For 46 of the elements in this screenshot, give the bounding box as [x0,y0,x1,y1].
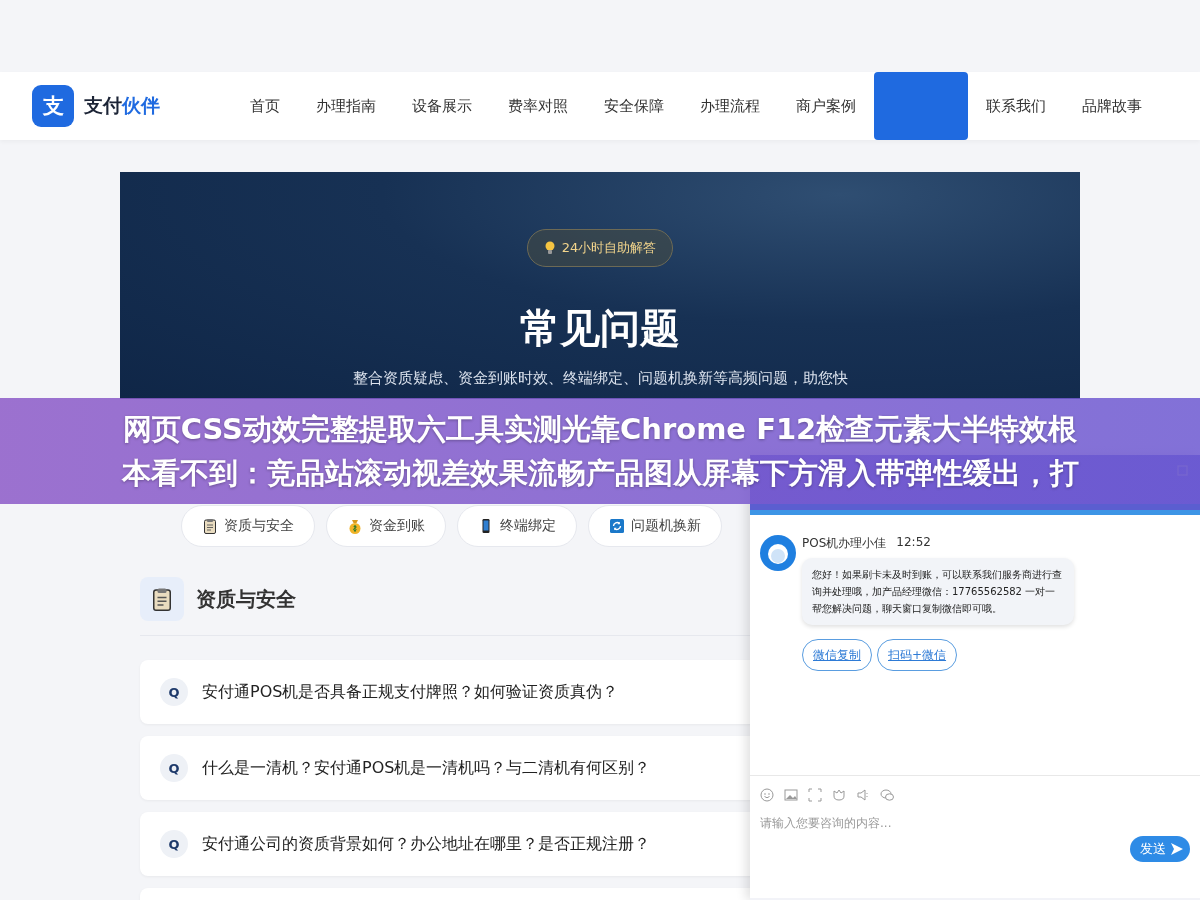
question-text: 什么是一清机？安付通POS机是一清机吗？与二清机有何区别？ [202,757,651,779]
hero-title: 常见问题 [520,304,680,353]
nav-item[interactable]: 品牌故事 [1064,72,1160,140]
send-arrow-icon [1170,842,1184,856]
brand-name[interactable]: 支付伙伴 [84,93,160,119]
emoji-icon[interactable] [760,788,774,802]
question-mark: Q [160,678,188,706]
hero-subtitle: 整合资质疑虑、资金到账时效、终端绑定、问题机换新等高频问题，助您快 [352,368,848,389]
nav-item[interactable]: 设备展示 [394,72,490,140]
category-chip[interactable]: 资质与安全 [181,505,315,547]
question-mark: Q [160,830,188,858]
question-text: 安付通公司的资质背景如何？办公地址在哪里？是否正规注册？ [202,833,650,855]
badge-text: 24小时自助解答 [561,239,657,257]
agent-name: POS机办理小佳 [802,535,887,552]
nav-item[interactable]: 办理指南 [298,72,394,140]
nav-item[interactable]: 安全保障 [586,72,682,140]
lightbulb-icon [543,241,556,255]
nav-item[interactable]: 联系我们 [968,72,1064,140]
image-icon[interactable] [784,788,798,802]
message-time: 12:52 [896,535,931,551]
refresh-icon [609,518,625,534]
question-mark: Q [160,754,188,782]
category-chip[interactable]: 问题机换新 [588,505,722,547]
flower-icon[interactable] [832,788,846,802]
nav-item[interactable]: 费率对照 [490,72,586,140]
money-bag-icon [347,518,363,534]
question-text: 安付通POS机是否具备正规支付牌照？如何验证资质真伪？ [202,681,619,703]
crop-frame-icon[interactable] [808,788,822,802]
category-chip[interactable]: 终端绑定 [457,505,577,547]
section-title: 资质与安全 [196,585,296,613]
nav-item[interactable]: 首页 [232,72,298,140]
send-button[interactable]: 发送 [1130,836,1190,862]
caption-line: 本看不到：竞品站滚动视差效果流畅产品图从屏幕下方滑入带弹性缓出，打 [121,455,1079,492]
message-bubble: 您好！如果刷卡未及时到账，可以联系我们服务商进行查询并处理哦，加产品经理微信：17765562582 一对一帮您解决问题，聊天窗口复制微信即可哦。 [802,558,1074,625]
chat-action-link[interactable]: 微信复制 [802,639,872,671]
chat-action-link[interactable]: 扫码+微信 [877,639,958,671]
nav-item[interactable]: 办理流程 [682,72,778,140]
clipboard-icon [150,586,174,612]
speaker-icon[interactable] [856,788,870,802]
clipboard-icon [202,518,218,534]
avatar-icon [760,535,796,571]
nav-item[interactable]: 商户案例 [778,72,874,140]
category-chip[interactable]: 资金到账 [326,505,446,547]
caption-line: 网页CSS动效完整提取六工具实测光靠Chrome F12检查元素大半特效根 [122,411,1078,448]
chat-bubbles-icon[interactable] [880,788,894,802]
logo-icon[interactable]: 支 [32,85,74,127]
